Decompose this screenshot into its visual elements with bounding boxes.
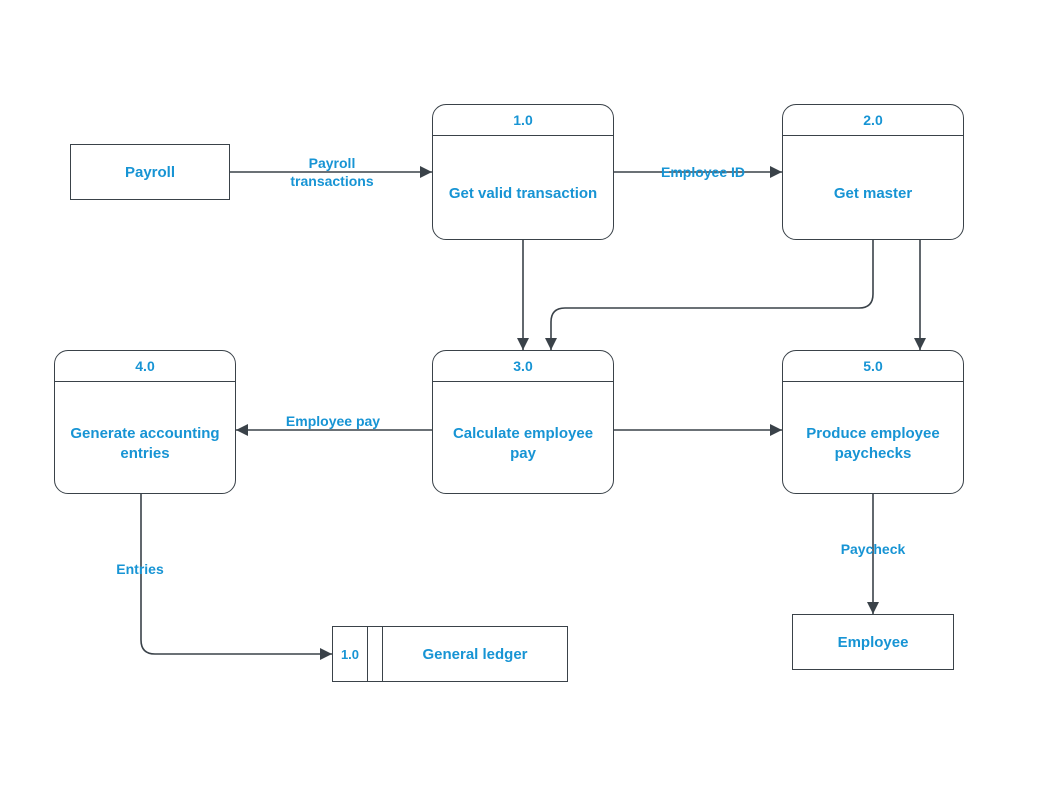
datastore-ledger: 1.0 General ledger xyxy=(332,626,568,682)
process-2-title: Get master xyxy=(783,136,963,240)
process-3-id: 3.0 xyxy=(433,351,613,382)
flow-label-employee-pay: Employee pay xyxy=(278,412,388,430)
process-3-title: Calculate employee pay xyxy=(433,382,613,494)
process-4-title: Generate accounting entries xyxy=(55,382,235,494)
diagram-canvas: Payroll 1.0 Get valid transaction 2.0 Ge… xyxy=(0,0,1040,800)
flow-p2-to-p3 xyxy=(551,240,873,350)
process-5: 5.0 Produce employee paychecks xyxy=(782,350,964,494)
process-1-title: Get valid transaction xyxy=(433,136,613,240)
flow-p4-to-ledger xyxy=(141,494,332,654)
process-5-title: Produce employee paychecks xyxy=(783,382,963,494)
datastore-ledger-id: 1.0 xyxy=(333,627,368,681)
entity-payroll-label: Payroll xyxy=(125,164,175,181)
process-3: 3.0 Calculate employee pay xyxy=(432,350,614,494)
entity-employee: Employee xyxy=(792,614,954,670)
flow-label-payroll-transactions: Payroll transactions xyxy=(272,154,392,190)
datastore-ledger-label: General ledger xyxy=(383,627,567,681)
process-4: 4.0 Generate accounting entries xyxy=(54,350,236,494)
flow-label-entries: Entries xyxy=(100,560,180,578)
flow-label-employee-id: Employee ID xyxy=(648,163,758,181)
process-5-id: 5.0 xyxy=(783,351,963,382)
flow-label-paycheck: Paycheck xyxy=(828,540,918,558)
process-1-id: 1.0 xyxy=(433,105,613,136)
process-1: 1.0 Get valid transaction xyxy=(432,104,614,240)
entity-employee-label: Employee xyxy=(838,634,909,651)
entity-payroll: Payroll xyxy=(70,144,230,200)
process-4-id: 4.0 xyxy=(55,351,235,382)
process-2: 2.0 Get master xyxy=(782,104,964,240)
datastore-ledger-divider xyxy=(368,627,383,681)
process-2-id: 2.0 xyxy=(783,105,963,136)
